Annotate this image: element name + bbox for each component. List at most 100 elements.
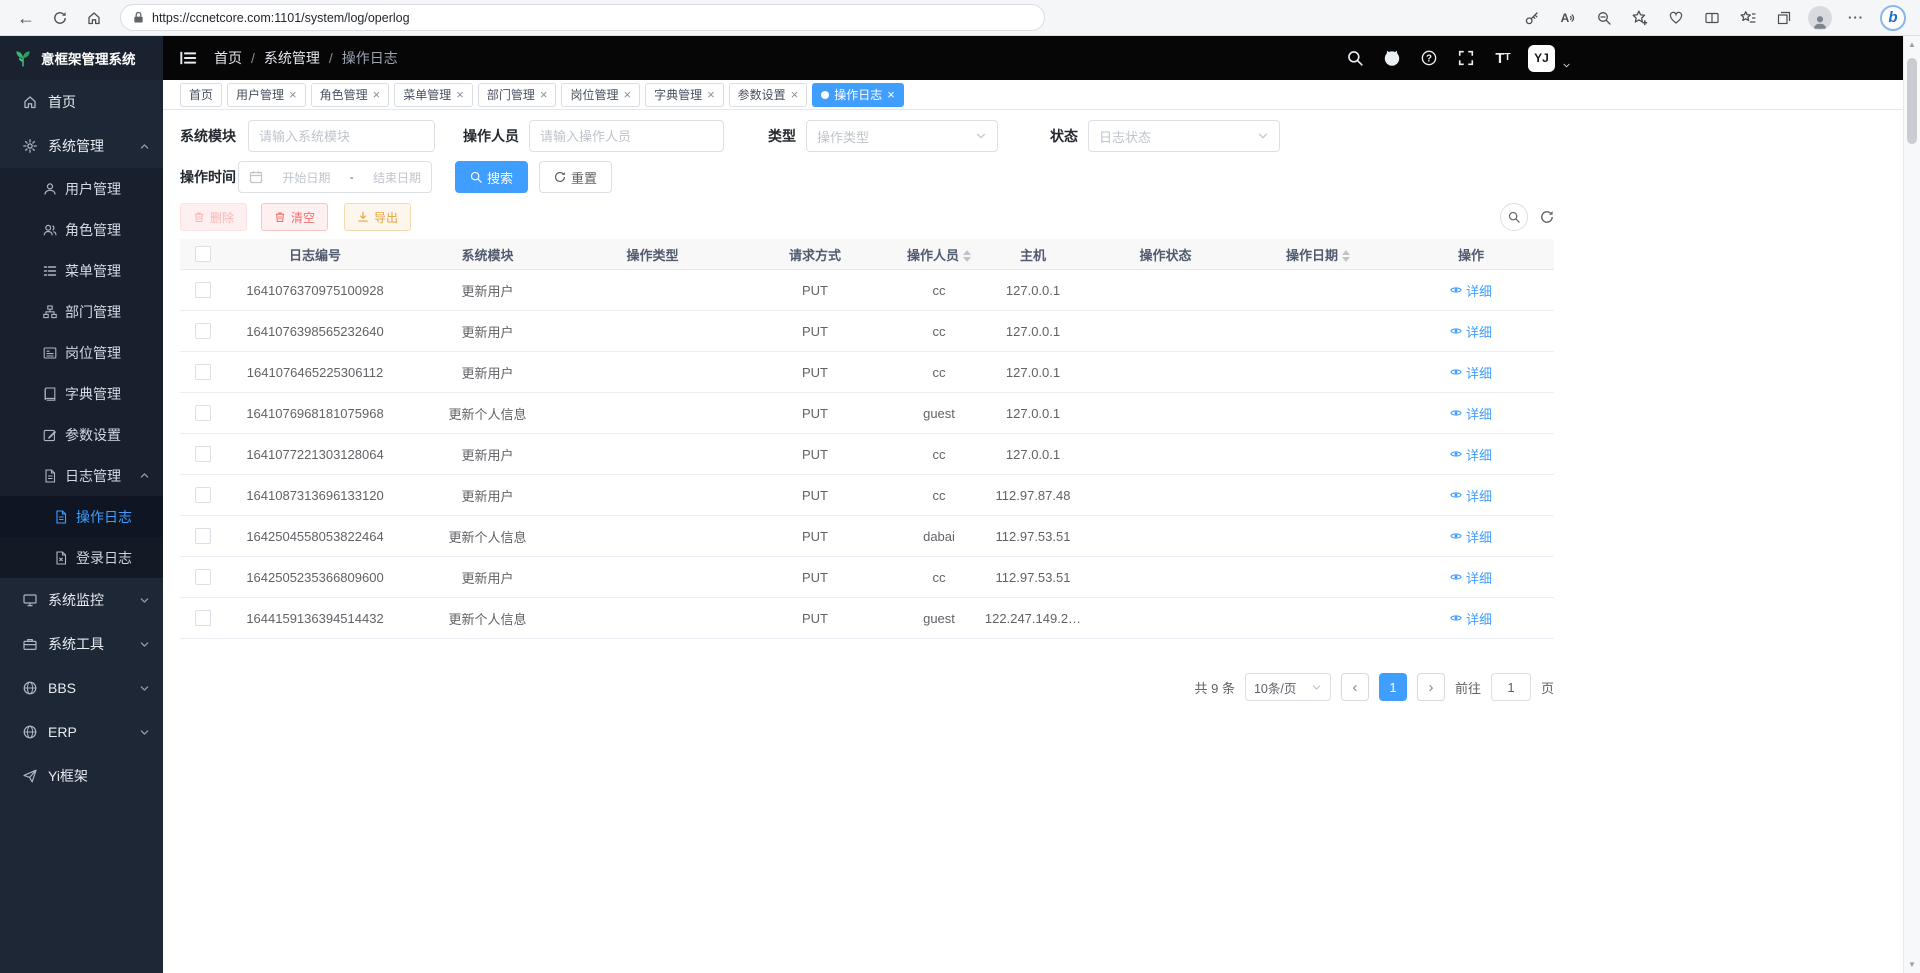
detail-link[interactable]: 详细 (1450, 322, 1492, 341)
detail-link[interactable]: 详细 (1450, 527, 1492, 546)
export-button[interactable]: 导出 (344, 203, 411, 231)
help-icon[interactable] (1417, 46, 1441, 70)
font-size-icon[interactable]: TT (1491, 46, 1515, 70)
sidebar-item-yi-framework[interactable]: Yi框架 (0, 754, 163, 798)
sidebar-item-oper-log[interactable]: 操作日志 (0, 496, 163, 537)
close-icon[interactable]: × (707, 88, 715, 101)
scroll-down-icon[interactable]: ▼ (1904, 960, 1920, 969)
type-select[interactable]: 操作类型 (806, 120, 998, 152)
browser-essentials-icon[interactable] (1660, 4, 1692, 32)
password-key-icon[interactable] (1516, 4, 1548, 32)
sidebar-item-system-tools[interactable]: 系统工具 (0, 622, 163, 666)
refresh-table-button[interactable] (1540, 210, 1554, 224)
bing-chat-icon[interactable]: b (1876, 4, 1910, 32)
tab-oper-log[interactable]: 操作日志× (812, 83, 904, 107)
close-icon[interactable]: × (373, 88, 381, 101)
scrollbar-thumb[interactable] (1907, 58, 1917, 144)
detail-link[interactable]: 详细 (1450, 609, 1492, 628)
breadcrumb-home[interactable]: 首页 (214, 48, 242, 68)
tab-user-mgmt[interactable]: 用户管理× (227, 83, 306, 107)
sidebar-item-bbs[interactable]: BBS (0, 666, 163, 710)
sidebar-item-menu-mgmt[interactable]: 菜单管理 (0, 250, 163, 291)
prev-page-button[interactable]: ‹ (1341, 673, 1369, 701)
fullscreen-icon[interactable] (1454, 46, 1478, 70)
header-search-icon[interactable] (1343, 46, 1367, 70)
detail-link[interactable]: 详细 (1450, 568, 1492, 587)
address-bar[interactable]: https://ccnetcore.com:1101/system/log/op… (120, 4, 1045, 31)
tab-dict-mgmt[interactable]: 字典管理× (645, 83, 724, 107)
collections-icon[interactable] (1768, 4, 1800, 32)
add-favorite-icon[interactable] (1624, 4, 1656, 32)
operator-input[interactable] (529, 120, 724, 152)
clear-button[interactable]: 清空 (261, 203, 328, 231)
user-logo[interactable]: YJ (1528, 45, 1555, 72)
split-screen-icon[interactable] (1696, 4, 1728, 32)
back-icon[interactable]: ← (10, 4, 42, 32)
tab-param-settings[interactable]: 参数设置× (729, 83, 808, 107)
close-icon[interactable]: × (540, 88, 548, 101)
row-checkbox[interactable] (195, 446, 211, 462)
sidebar-item-param-settings[interactable]: 参数设置 (0, 414, 163, 455)
row-checkbox[interactable] (195, 528, 211, 544)
sidebar-item-system-mgmt[interactable]: 系统管理 (0, 124, 163, 168)
row-checkbox[interactable] (195, 487, 211, 503)
tab-role-mgmt[interactable]: 角色管理× (311, 83, 390, 107)
github-icon[interactable] (1380, 46, 1404, 70)
sidebar-item-post-mgmt[interactable]: 岗位管理 (0, 332, 163, 373)
sidebar-collapse-icon[interactable] (179, 49, 197, 67)
url-text[interactable]: https://ccnetcore.com:1101/system/log/op… (152, 11, 410, 25)
sidebar-item-system-monitor[interactable]: 系统监控 (0, 578, 163, 622)
next-page-button[interactable]: › (1417, 673, 1445, 701)
tab-dept-mgmt[interactable]: 部门管理× (478, 83, 557, 107)
sidebar-item-log-mgmt[interactable]: 日志管理 (0, 455, 163, 496)
row-checkbox[interactable] (195, 405, 211, 421)
sidebar-item-dept-mgmt[interactable]: 部门管理 (0, 291, 163, 332)
sidebar-item-user-mgmt[interactable]: 用户管理 (0, 168, 163, 209)
sidebar-item-role-mgmt[interactable]: 角色管理 (0, 209, 163, 250)
sidebar-item-dict-mgmt[interactable]: 字典管理 (0, 373, 163, 414)
row-checkbox[interactable] (195, 569, 211, 585)
sidebar-item-erp[interactable]: ERP (0, 710, 163, 754)
date-range-picker[interactable]: 开始日期 - 结束日期 (238, 161, 432, 193)
detail-link[interactable]: 详细 (1450, 363, 1492, 382)
detail-link[interactable]: 详细 (1450, 445, 1492, 464)
status-select[interactable]: 日志状态 (1088, 120, 1280, 152)
close-icon[interactable]: × (289, 88, 297, 101)
reset-button[interactable]: 重置 (539, 161, 612, 193)
browser-home-icon[interactable] (78, 4, 110, 32)
search-button[interactable]: 搜索 (455, 161, 528, 193)
reload-icon[interactable] (44, 4, 76, 32)
sort-control[interactable] (963, 250, 971, 262)
scroll-up-icon[interactable]: ▲ (1904, 40, 1920, 49)
goto-page-input[interactable] (1491, 673, 1531, 701)
chevron-down-icon[interactable] (1562, 61, 1571, 70)
close-icon[interactable]: × (623, 88, 631, 101)
close-icon[interactable]: × (456, 88, 464, 101)
row-checkbox[interactable] (195, 282, 211, 298)
favorites-icon[interactable] (1732, 4, 1764, 32)
row-checkbox[interactable] (195, 364, 211, 380)
close-icon[interactable]: × (887, 88, 895, 101)
detail-link[interactable]: 详细 (1450, 281, 1492, 300)
tab-home[interactable]: 首页 (180, 83, 222, 107)
sort-control[interactable] (1342, 250, 1350, 262)
row-checkbox[interactable] (195, 323, 211, 339)
breadcrumb-system-mgmt[interactable]: 系统管理 (264, 48, 320, 68)
toggle-search-button[interactable] (1500, 203, 1528, 231)
row-checkbox[interactable] (195, 610, 211, 626)
module-input[interactable] (248, 120, 435, 152)
delete-button[interactable]: 删除 (180, 203, 247, 231)
more-menu-icon[interactable]: ··· (1840, 4, 1872, 32)
tab-post-mgmt[interactable]: 岗位管理× (561, 83, 640, 107)
tab-menu-mgmt[interactable]: 菜单管理× (394, 83, 473, 107)
detail-link[interactable]: 详细 (1450, 404, 1492, 423)
page-1-button[interactable]: 1 (1379, 673, 1407, 701)
sidebar-item-login-log[interactable]: 登录日志 (0, 537, 163, 578)
sidebar-item-home[interactable]: 首页 (0, 80, 163, 124)
profile-avatar[interactable] (1804, 4, 1836, 32)
read-aloud-icon[interactable] (1552, 4, 1584, 32)
page-scrollbar[interactable]: ▲ ▼ (1903, 36, 1920, 973)
page-size-select[interactable]: 10条/页 (1245, 673, 1331, 701)
close-icon[interactable]: × (791, 88, 799, 101)
select-all-checkbox[interactable] (195, 246, 211, 262)
